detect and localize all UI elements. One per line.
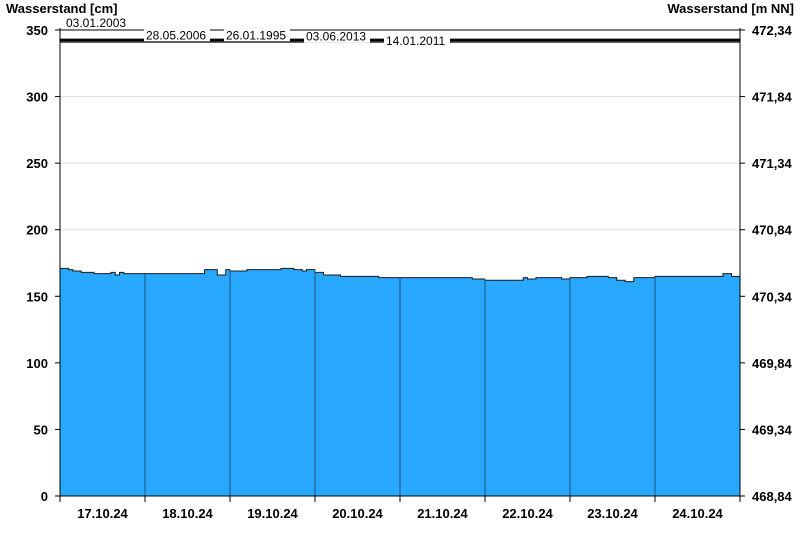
historic-flood-label: 26.01.1995: [226, 28, 286, 42]
y-tick-label-left: 50: [34, 422, 48, 437]
y-tick-label-left: 300: [26, 90, 48, 105]
y-tick-label-left: 350: [26, 23, 48, 38]
historic-flood-label: 03.01.2003: [66, 16, 126, 30]
y-tick-label-right: 471,84: [752, 90, 793, 105]
x-tick-label: 17.10.24: [77, 506, 128, 521]
y-tick-label-left: 100: [26, 356, 48, 371]
water-level-chart: 03.01.2003 28.05.2006 26.01.1995 03.06.2013…: [26, 16, 793, 521]
historic-flood-label: 14.01.2011: [386, 34, 445, 48]
x-tick-label: 23.10.24: [587, 506, 638, 521]
y-tick-label-right: 470,34: [752, 289, 793, 304]
y-tick-label-right: 472,34: [752, 23, 793, 38]
x-tick-label: 21.10.24: [417, 506, 468, 521]
y-tick-label-left: 250: [26, 156, 48, 171]
x-tick-label: 20.10.24: [332, 506, 383, 521]
y-tick-label-right: 470,84: [752, 223, 793, 238]
y-tick-label-left: 200: [26, 223, 48, 238]
x-tick-label: 24.10.24: [672, 506, 723, 521]
y-tick-label-right: 469,34: [752, 422, 793, 437]
x-tick-label: 19.10.24: [247, 506, 298, 521]
x-tick-label: 18.10.24: [162, 506, 213, 521]
y-tick-label-right: 469,84: [752, 356, 793, 371]
y-tick-label-left: 0: [41, 489, 48, 504]
historic-flood-label: 28.05.2006: [146, 28, 206, 42]
x-tick-label: 22.10.24: [502, 506, 553, 521]
historic-flood-label: 03.06.2013: [306, 30, 366, 44]
y-tick-label-left: 150: [26, 289, 48, 304]
y-tick-label-right: 468,84: [752, 489, 793, 504]
historic-flood-marks: 03.01.2003 28.05.2006 26.01.1995 03.06.2013…: [60, 16, 740, 48]
y-tick-label-right: 471,34: [752, 156, 793, 171]
